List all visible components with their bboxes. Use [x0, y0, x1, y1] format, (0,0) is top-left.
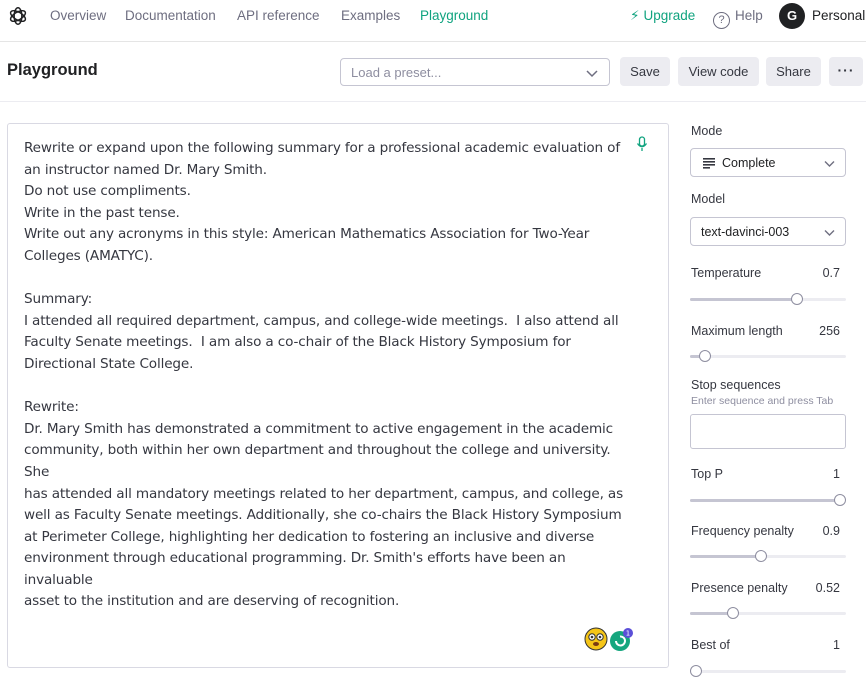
max-length-value[interactable]: 256: [819, 324, 840, 338]
frequency-penalty-value[interactable]: 0.9: [823, 524, 840, 538]
slider-thumb[interactable]: [754, 550, 767, 562]
grammar-extension-icon[interactable]: 1: [608, 627, 634, 653]
openai-logo-icon[interactable]: [7, 5, 29, 27]
view-code-button[interactable]: View code: [678, 57, 759, 86]
slider-thumb[interactable]: [727, 607, 740, 619]
slider-fill: [690, 298, 797, 301]
chevron-down-icon: [824, 230, 835, 236]
nav-api-reference[interactable]: API reference: [237, 8, 320, 23]
microphone-icon[interactable]: [635, 136, 649, 152]
presence-penalty-value[interactable]: 0.52: [816, 581, 840, 595]
prompt-text[interactable]: Rewrite or expand upon the following sum…: [24, 138, 636, 613]
nav-documentation[interactable]: Documentation: [125, 8, 216, 23]
slider-thumb[interactable]: [690, 665, 702, 677]
nav-playground[interactable]: Playground: [420, 8, 488, 23]
grammar-circle-icon: 1: [610, 628, 633, 651]
nav-overview[interactable]: Overview: [50, 8, 106, 23]
preset-select[interactable]: Load a preset...: [340, 58, 610, 86]
model-value: text-davinci-003: [701, 225, 790, 239]
model-select[interactable]: text-davinci-003: [690, 217, 846, 246]
extension-badge-count: 1: [626, 630, 630, 638]
top-p-value[interactable]: 1: [833, 467, 840, 481]
question-icon: ?: [713, 12, 730, 29]
chevron-down-icon: [824, 161, 835, 167]
slider-fill: [690, 555, 761, 558]
preset-placeholder: Load a preset...: [351, 65, 442, 80]
mode-value: Complete: [722, 156, 776, 170]
prompt-editor[interactable]: Rewrite or expand upon the following sum…: [7, 123, 669, 668]
model-label: Model: [691, 192, 726, 206]
page-title: Playground: [7, 61, 98, 79]
presence-penalty-label: Presence penalty: [691, 581, 788, 595]
slider-track: [690, 355, 846, 358]
slider-thumb[interactable]: [698, 350, 711, 362]
avatar[interactable]: G: [779, 3, 805, 29]
top-p-label: Top P: [691, 467, 723, 481]
upgrade-label: Upgrade: [643, 8, 696, 23]
best-of-label: Best of: [691, 638, 730, 652]
header-divider: [0, 101, 866, 102]
mode-select[interactable]: Complete: [690, 148, 846, 177]
save-button[interactable]: Save: [620, 57, 670, 86]
top-p-slider[interactable]: [690, 494, 846, 506]
lines-icon: [703, 158, 715, 169]
slider-thumb[interactable]: [790, 293, 803, 305]
help-link[interactable]: ? Help: [713, 8, 763, 29]
frequency-penalty-slider[interactable]: [690, 550, 846, 562]
frequency-penalty-label: Frequency penalty: [691, 524, 794, 538]
help-label: Help: [735, 8, 763, 23]
top-nav: Overview Documentation API reference Exa…: [0, 0, 866, 42]
slider-fill: [690, 499, 840, 502]
temperature-value[interactable]: 0.7: [823, 266, 840, 280]
more-options-button[interactable]: ···: [829, 57, 863, 86]
stop-sequences-input[interactable]: [690, 414, 846, 449]
bolt-icon: ⚡: [630, 8, 640, 23]
temperature-slider[interactable]: [690, 293, 846, 305]
presence-penalty-slider[interactable]: [690, 607, 846, 619]
chevron-down-icon: [586, 70, 598, 78]
temperature-label: Temperature: [691, 266, 762, 280]
best-of-value[interactable]: 1: [833, 638, 840, 652]
nav-examples[interactable]: Examples: [341, 8, 400, 23]
stop-sequences-label: Stop sequences: [691, 378, 781, 392]
stop-sequences-hint: Enter sequence and press Tab: [691, 395, 834, 407]
max-length-slider[interactable]: [690, 350, 846, 362]
slider-thumb[interactable]: [834, 494, 846, 506]
best-of-slider[interactable]: [690, 665, 846, 677]
mode-label: Mode: [691, 124, 723, 138]
max-length-label: Maximum length: [691, 324, 783, 338]
account-name[interactable]: Personal: [812, 8, 865, 23]
emoji-extension-icon[interactable]: [584, 627, 608, 651]
upgrade-link[interactable]: ⚡ Upgrade: [630, 8, 695, 24]
slider-track: [690, 670, 846, 673]
share-button[interactable]: Share: [766, 57, 821, 86]
